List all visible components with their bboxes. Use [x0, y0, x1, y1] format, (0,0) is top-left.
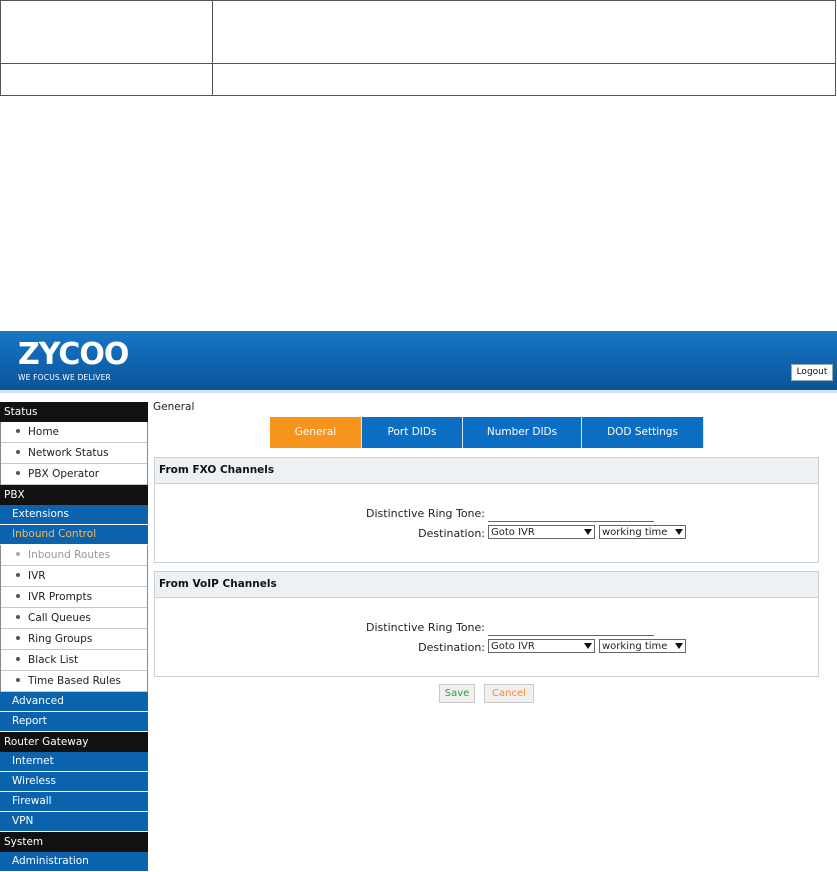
- sidebar-item-inbound-control[interactable]: Inbound Control: [0, 525, 148, 545]
- sidebar-item-pbx-operator[interactable]: PBX Operator: [1, 464, 147, 485]
- sidebar-item-extensions[interactable]: Extensions: [0, 505, 148, 525]
- tab-number-dids[interactable]: Number DIDs: [463, 417, 582, 448]
- app-screenshot: ZYCOO WE FOCUS.WE DELIVER Logout Status …: [0, 331, 837, 872]
- sidebar-item-ring-groups[interactable]: Ring Groups: [1, 629, 147, 650]
- bullet-icon: [16, 471, 20, 475]
- banner-divider: [0, 390, 837, 393]
- voip-ring-tone-label: Distinctive Ring Tone:: [366, 621, 485, 634]
- bullet-icon: [16, 615, 20, 619]
- logout-button[interactable]: Logout: [791, 364, 833, 381]
- sidebar-item-ivr-prompts[interactable]: IVR Prompts: [1, 587, 147, 608]
- voip-destination-select[interactable]: Goto IVR: [488, 639, 595, 653]
- bullet-icon: [16, 573, 20, 577]
- bullet-icon: [16, 552, 20, 556]
- voip-ring-tone-input[interactable]: [488, 621, 654, 636]
- bullet-icon: [16, 594, 20, 598]
- bullet-icon: [16, 636, 20, 640]
- voip-ivr-select[interactable]: working time: [599, 639, 686, 653]
- sidebar-section-router-gateway[interactable]: Router Gateway: [0, 732, 148, 752]
- sidebar-item-time-based-rules[interactable]: Time Based Rules: [1, 671, 147, 692]
- tab-general[interactable]: General: [270, 417, 362, 448]
- sidebar: Status Home Network Status PBX Operator …: [0, 402, 148, 872]
- fxo-ring-tone-input[interactable]: [488, 507, 654, 522]
- tab-bar: General Port DIDs Number DIDs DOD Settin…: [270, 417, 704, 448]
- fxo-panel: From FXO Channels Distinctive Ring Tone:…: [154, 457, 819, 563]
- page-title: General: [153, 401, 195, 413]
- sidebar-item-report[interactable]: Report: [0, 712, 148, 732]
- sidebar-item-network-status[interactable]: Network Status: [1, 443, 147, 464]
- bullet-icon: [16, 429, 20, 433]
- sidebar-item-administration[interactable]: Administration: [0, 852, 148, 872]
- bullet-icon: [16, 678, 20, 682]
- sidebar-item-ivr[interactable]: IVR: [1, 566, 147, 587]
- sidebar-item-inbound-routes[interactable]: Inbound Routes: [1, 545, 147, 566]
- voip-destination-label: Destination:: [418, 641, 485, 654]
- bullet-icon: [16, 450, 20, 454]
- cancel-button[interactable]: Cancel: [484, 684, 534, 703]
- tab-dod-settings[interactable]: DOD Settings: [582, 417, 704, 448]
- sidebar-item-advanced[interactable]: Advanced: [0, 692, 148, 712]
- sidebar-item-firewall[interactable]: Firewall: [0, 792, 148, 812]
- sidebar-item-black-list[interactable]: Black List: [1, 650, 147, 671]
- fxo-destination-select[interactable]: Goto IVR: [488, 525, 595, 539]
- status-submenu: Home Network Status PBX Operator: [0, 422, 148, 485]
- tab-port-dids[interactable]: Port DIDs: [362, 417, 463, 448]
- fxo-destination-label: Destination:: [418, 527, 485, 540]
- sidebar-section-system[interactable]: System: [0, 832, 148, 852]
- sidebar-section-status[interactable]: Status: [0, 402, 148, 422]
- sidebar-item-home[interactable]: Home: [1, 422, 147, 443]
- voip-panel: From VoIP Channels Distinctive Ring Tone…: [154, 571, 819, 677]
- sidebar-section-pbx[interactable]: PBX: [0, 485, 148, 505]
- chevron-down-icon: [584, 529, 592, 535]
- sidebar-item-wireless[interactable]: Wireless: [0, 772, 148, 792]
- save-button[interactable]: Save: [439, 684, 475, 703]
- bullet-icon: [16, 657, 20, 661]
- header-banner: ZYCOO WE FOCUS.WE DELIVER Logout: [0, 331, 837, 390]
- voip-panel-heading: From VoIP Channels: [155, 572, 818, 598]
- fxo-ivr-select[interactable]: working time: [599, 525, 686, 539]
- inbound-submenu: Inbound Routes IVR IVR Prompts Call Queu…: [0, 545, 148, 692]
- document-table: [0, 0, 836, 96]
- sidebar-item-internet[interactable]: Internet: [0, 752, 148, 772]
- tagline: WE FOCUS.WE DELIVER: [18, 373, 111, 382]
- sidebar-item-vpn[interactable]: VPN: [0, 812, 148, 832]
- chevron-down-icon: [675, 643, 683, 649]
- fxo-panel-heading: From FXO Channels: [155, 458, 818, 484]
- sidebar-item-call-queues[interactable]: Call Queues: [1, 608, 147, 629]
- fxo-ring-tone-label: Distinctive Ring Tone:: [366, 507, 485, 520]
- chevron-down-icon: [675, 529, 683, 535]
- chevron-down-icon: [584, 643, 592, 649]
- logo: ZYCOO: [18, 337, 129, 372]
